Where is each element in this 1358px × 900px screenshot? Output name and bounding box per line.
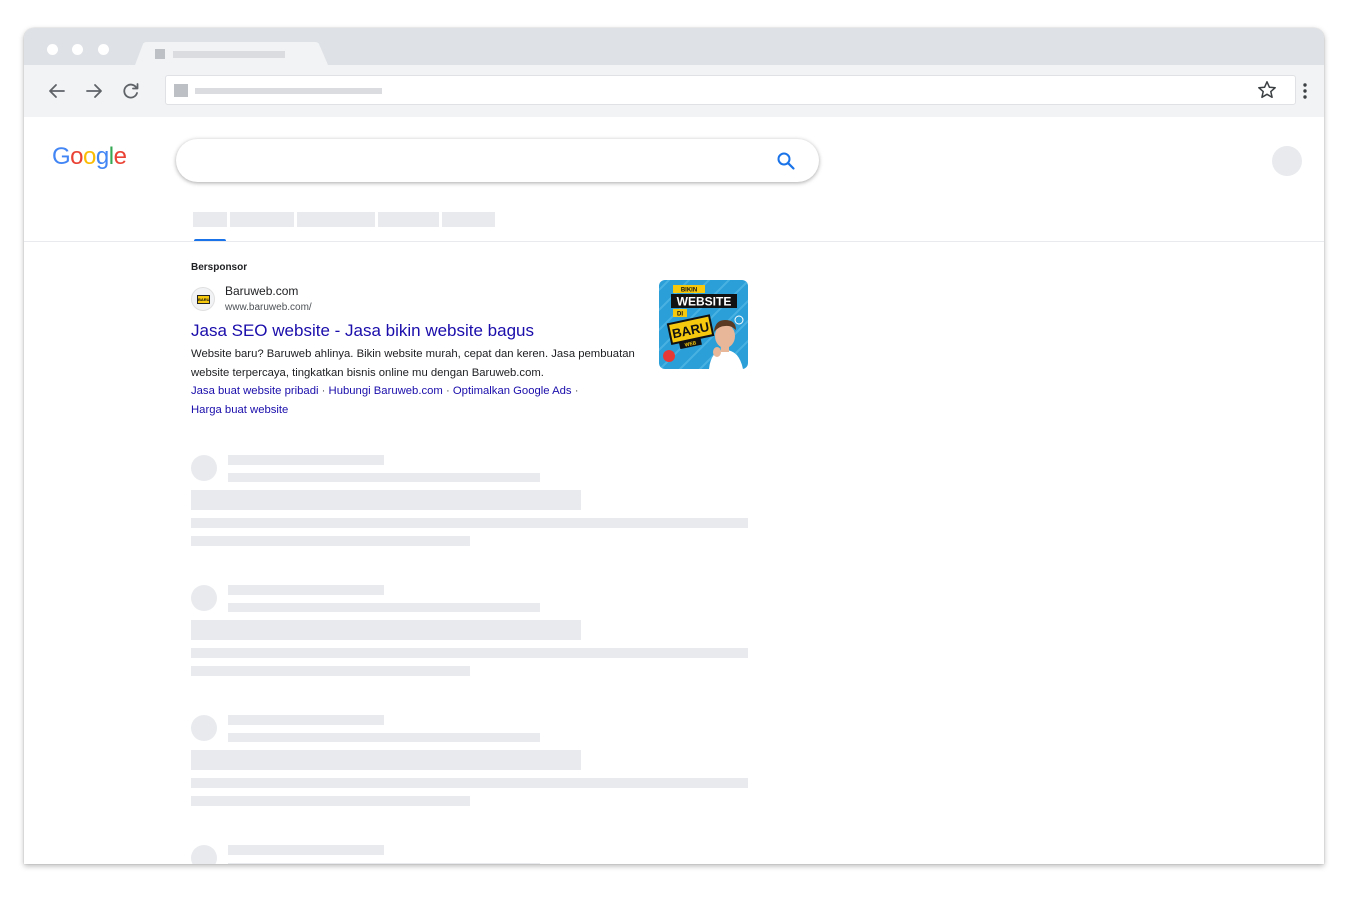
- result-url-placeholder: [228, 603, 540, 612]
- search-input[interactable]: [176, 139, 819, 182]
- window-maximize-dot[interactable]: [98, 44, 109, 55]
- result-url-placeholder: [228, 473, 540, 482]
- result-site-placeholder: [228, 715, 384, 725]
- logo-letter: G: [52, 143, 71, 170]
- result-snippet-placeholder: [191, 536, 470, 546]
- sitelink-contact[interactable]: Hubungi Baruweb.com: [329, 385, 443, 397]
- back-arrow-icon[interactable]: [46, 80, 68, 102]
- tab-favicon-placeholder: [155, 49, 165, 59]
- google-logo[interactable]: Google: [52, 143, 127, 171]
- result-site-placeholder: [228, 845, 384, 855]
- result-favicon-placeholder: [191, 845, 217, 864]
- result-url-placeholder: [228, 863, 540, 864]
- result-title-placeholder: [191, 490, 581, 510]
- account-avatar[interactable]: [1272, 146, 1302, 176]
- tab-placeholder[interactable]: [378, 212, 439, 227]
- result-url-placeholder: [228, 733, 540, 742]
- result-favicon-placeholder: [191, 715, 217, 741]
- tab-title-placeholder: [173, 51, 285, 58]
- tab-all-placeholder[interactable]: [193, 212, 227, 227]
- result-snippet-placeholder: [191, 796, 470, 806]
- address-bar[interactable]: [165, 75, 1296, 105]
- tab-placeholder[interactable]: [297, 212, 375, 227]
- sitelink-google-ads[interactable]: Optimalkan Google Ads: [453, 385, 572, 397]
- ad-description: Website baru? Baruweb ahlinya. Bikin web…: [191, 348, 635, 379]
- advertiser-logo-text: BARU: [197, 295, 210, 304]
- result-site-placeholder: [228, 585, 384, 595]
- sponsored-label: Bersponsor: [191, 262, 248, 273]
- result-snippet-placeholder: [191, 648, 748, 658]
- browser-window: Google Bersponsor BARU Baruweb.com www.b…: [24, 28, 1324, 864]
- address-url-placeholder: [195, 88, 382, 94]
- advertiser-name[interactable]: Baruweb.com: [225, 284, 298, 298]
- forward-arrow-icon[interactable]: [83, 80, 105, 102]
- ad-title-link[interactable]: Jasa SEO website - Jasa bikin website ba…: [191, 321, 534, 341]
- browser-tab[interactable]: [135, 42, 331, 65]
- ad-thumbnail-image[interactable]: BIKIN WEBSITE DI BARU WEB: [659, 280, 748, 369]
- result-favicon-placeholder: [191, 585, 217, 611]
- reload-icon[interactable]: [120, 80, 142, 102]
- logo-letter: o: [70, 143, 84, 170]
- logo-letter: g: [95, 143, 109, 170]
- result-favicon-placeholder: [191, 455, 217, 481]
- thumb-text-website: WEBSITE: [677, 295, 732, 309]
- search-results-page: Google Bersponsor BARU Baruweb.com www.b…: [24, 117, 1324, 864]
- bookmark-star-icon[interactable]: [1256, 79, 1278, 101]
- browser-toolbar: [24, 65, 1324, 117]
- thumb-text-di: DI: [677, 312, 683, 318]
- site-info-icon[interactable]: [174, 84, 188, 97]
- window-close-dot[interactable]: [47, 44, 58, 55]
- browser-titlebar: [24, 28, 1324, 65]
- thumb-text-bikin: BIKIN: [681, 288, 697, 294]
- result-title-placeholder: [191, 620, 581, 640]
- ad-sitelinks: Jasa buat website pribadi · Hubungi Baru…: [191, 382, 631, 420]
- header-divider: [24, 241, 1324, 242]
- result-snippet-placeholder: [191, 778, 748, 788]
- sitelink-pricing[interactable]: Harga buat website: [191, 404, 288, 416]
- tab-placeholder[interactable]: [230, 212, 294, 227]
- sitelink-personal-website[interactable]: Jasa buat website pribadi: [191, 385, 318, 397]
- logo-letter: e: [113, 143, 127, 170]
- browser-menu-icon[interactable]: [1300, 81, 1310, 101]
- result-snippet-placeholder: [191, 666, 470, 676]
- window-minimize-dot[interactable]: [72, 44, 83, 55]
- sitelink-separator: ·: [574, 385, 579, 397]
- result-title-placeholder: [191, 750, 581, 770]
- tab-placeholder[interactable]: [442, 212, 495, 227]
- search-icon[interactable]: [775, 150, 797, 172]
- advertiser-favicon[interactable]: BARU: [191, 287, 215, 311]
- logo-letter: o: [83, 143, 96, 170]
- result-site-placeholder: [228, 455, 384, 465]
- result-snippet-placeholder: [191, 518, 748, 528]
- advertiser-url[interactable]: www.baruweb.com/: [225, 302, 312, 313]
- sitelink-separator: ·: [445, 385, 450, 397]
- sitelink-separator: ·: [321, 385, 326, 397]
